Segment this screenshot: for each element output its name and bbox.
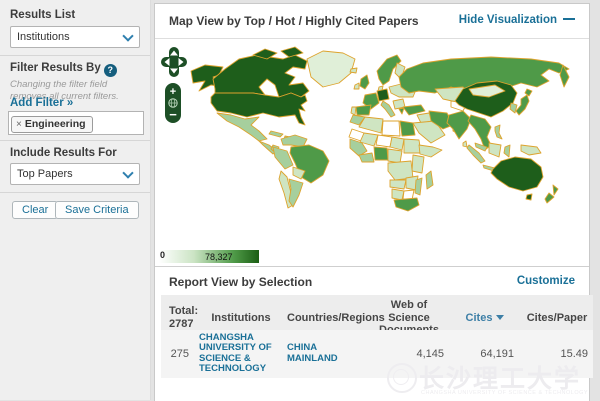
chevron-down-icon <box>122 167 133 178</box>
map-pan-control[interactable] <box>161 47 187 77</box>
results-list-label: Results List <box>10 9 75 21</box>
esi-app: Results List Institutions Filter Results… <box>0 0 600 400</box>
country-madagascar[interactable] <box>426 171 433 189</box>
country-south-africa[interactable] <box>394 198 419 211</box>
country-australia[interactable] <box>491 157 543 191</box>
country-mozambique[interactable] <box>415 178 422 195</box>
save-criteria-button[interactable]: Save Criteria <box>55 201 139 219</box>
column-cites-per-paper[interactable]: Cites/Paper <box>521 308 593 329</box>
country-nz-north[interactable] <box>553 185 558 195</box>
country-germany[interactable] <box>377 89 389 101</box>
customize-link[interactable]: Customize <box>517 275 575 287</box>
country-spain[interactable] <box>356 105 371 115</box>
country-angola[interactable] <box>390 180 406 189</box>
country-arctic-island-2[interactable] <box>281 47 303 57</box>
country-india[interactable] <box>447 111 471 139</box>
country-nz-south[interactable] <box>545 193 554 203</box>
table-row: 275 CHANGSHA UNIVERSITY OF SCIENCE & TEC… <box>161 330 593 378</box>
map-zoom-control[interactable]: + − <box>165 83 181 123</box>
country-iceland[interactable] <box>350 68 357 73</box>
country-libya[interactable] <box>382 121 400 136</box>
row-cites-per-paper: 15.49 <box>521 345 593 363</box>
remove-filter-icon[interactable]: × <box>16 119 22 130</box>
include-results-label: Include Results For <box>10 147 117 159</box>
filter-tag-label: Engineering <box>25 118 86 130</box>
row-cites: 64,191 <box>449 345 521 363</box>
map-view-header: Map View by Top / Hot / Highly Cited Pap… <box>155 4 589 39</box>
collapse-icon <box>563 18 575 20</box>
column-cites-sorted[interactable]: Cites <box>449 308 521 329</box>
country-portugal[interactable] <box>351 107 356 115</box>
world-map-area: + − 0 78,327 <box>155 39 589 267</box>
country-argentina[interactable] <box>289 179 303 207</box>
country-sudan[interactable] <box>404 139 421 153</box>
country-greece[interactable] <box>399 108 404 114</box>
sidebar-divider <box>0 140 150 141</box>
country-namibia[interactable] <box>392 189 404 200</box>
column-institutions[interactable]: Institutions <box>197 308 285 329</box>
filter-results-label: Filter Results By? <box>10 62 117 77</box>
report-view-title: Report View by Selection <box>169 275 312 289</box>
help-question-icon[interactable]: ? <box>104 64 117 77</box>
country-japan[interactable] <box>516 95 529 115</box>
country-chad[interactable] <box>390 137 404 150</box>
country-mexico[interactable] <box>217 113 267 141</box>
country-ghana-ivory[interactable] <box>359 153 374 162</box>
map-legend: 0 78,327 <box>159 247 269 263</box>
include-results-value: Top Papers <box>17 168 73 180</box>
country-brazil[interactable] <box>290 145 329 183</box>
country-borneo[interactable] <box>489 143 501 157</box>
include-results-select[interactable]: Top Papers <box>10 163 140 185</box>
country-egypt[interactable] <box>400 121 415 136</box>
country-nigeria[interactable] <box>374 147 388 160</box>
active-filters-box: ×Engineering <box>8 111 144 135</box>
results-list-value: Institutions <box>17 31 70 43</box>
legend-min: 0 <box>160 250 165 260</box>
row-count: 275 <box>161 345 197 363</box>
country-new-guinea[interactable] <box>521 145 541 155</box>
zoom-out-button: − <box>169 107 177 122</box>
sidebar-divider <box>0 192 150 193</box>
column-countries-regions[interactable]: Countries/Regions <box>285 308 369 329</box>
sidebar-divider <box>0 55 150 56</box>
sort-descending-icon <box>496 315 504 320</box>
country-hokkaido[interactable] <box>525 89 532 96</box>
hide-visualization-link[interactable]: Hide Visualization <box>459 14 575 26</box>
row-documents: 4,145 <box>369 345 449 363</box>
country-uk[interactable] <box>360 75 369 89</box>
map-view-title: Map View by Top / Hot / Highly Cited Pap… <box>169 14 419 28</box>
country-greenland[interactable] <box>307 51 355 87</box>
country-ireland[interactable] <box>354 83 359 89</box>
watermark-english: CHANGSHA UNIVERSITY OF SCIENCE & TECHNOL… <box>421 390 588 396</box>
country-turkey[interactable] <box>403 105 425 115</box>
country-tasmania[interactable] <box>526 194 532 200</box>
country-kenya-tanzania[interactable] <box>412 155 424 173</box>
country-niger[interactable] <box>376 135 392 147</box>
country-sulawesi[interactable] <box>504 145 510 157</box>
chevron-down-icon <box>122 30 133 41</box>
row-country-link[interactable]: CHINA MAINLAND <box>285 340 369 367</box>
results-list-select[interactable]: Institutions <box>10 26 140 48</box>
sidebar: Results List Institutions Filter Results… <box>0 0 151 400</box>
country-sri-lanka[interactable] <box>463 141 467 147</box>
country-ethiopia[interactable] <box>419 145 442 157</box>
choropleth-world-map[interactable] <box>155 43 589 243</box>
country-cuba[interactable] <box>269 131 283 137</box>
zoom-in-button: + <box>170 86 176 98</box>
country-italy[interactable] <box>381 101 395 117</box>
clear-button[interactable]: Clear <box>12 201 58 219</box>
row-institution-link[interactable]: CHANGSHA UNIVERSITY OF SCIENCE & TECHNOL… <box>197 330 285 378</box>
report-view-header: Report View by Selection Customize <box>155 267 589 295</box>
legend-max: 78,327 <box>205 252 233 262</box>
main-panel: Map View by Top / Hot / Highly Cited Pap… <box>154 3 590 401</box>
country-cameroon[interactable] <box>388 149 402 163</box>
filter-tag-engineering[interactable]: ×Engineering <box>11 116 93 133</box>
country-canada[interactable] <box>213 55 309 97</box>
add-filter-link[interactable]: Add Filter » <box>10 97 73 109</box>
country-philippines[interactable] <box>495 125 502 139</box>
